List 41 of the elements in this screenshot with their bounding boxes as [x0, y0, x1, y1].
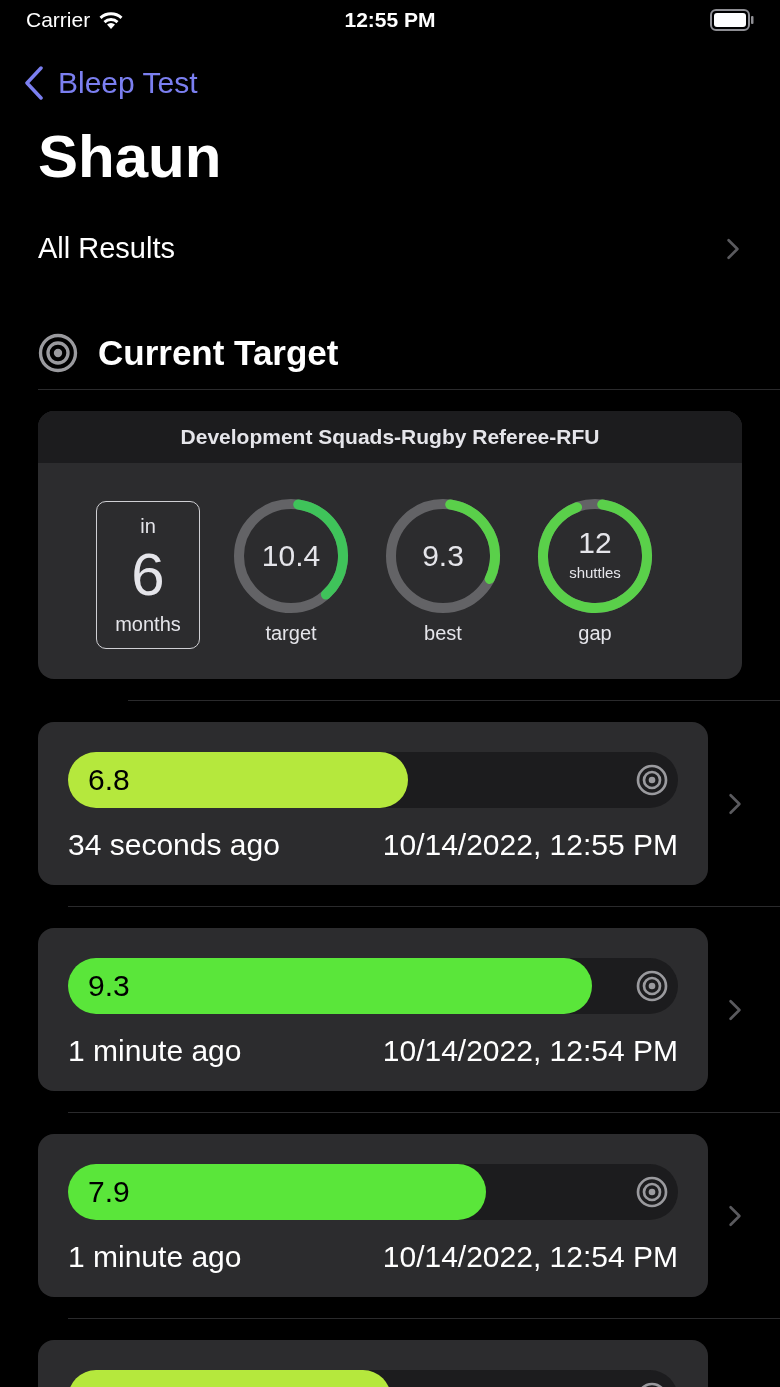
ring-value: 9.3: [422, 541, 464, 571]
relative-time: 34 seconds ago: [68, 827, 280, 863]
ring-caption: best: [424, 623, 462, 643]
result-card[interactable]: 6.8 34 seconds ago 10/14/2022, 12:55 PM: [38, 722, 708, 885]
countdown-unit: months: [115, 612, 181, 637]
page-title: Shaun: [38, 127, 223, 187]
status-time: 12:55 PM: [344, 7, 436, 34]
target-name: Development Squads-Rugby Referee-RFU: [180, 424, 600, 451]
battery-icon: [710, 9, 754, 31]
back-button[interactable]: Bleep Test: [24, 60, 198, 105]
chevron-icon: [728, 1204, 742, 1227]
score-value: 7.9: [88, 1177, 130, 1207]
wifi-icon: [98, 10, 125, 30]
result-date: 10/14/2022, 12:55 PM: [382, 827, 678, 863]
all-results-row[interactable]: All Results: [0, 221, 780, 277]
target-icon: [636, 1176, 668, 1208]
score-value: 9.3: [88, 971, 130, 1001]
result-card[interactable]: 7.9 1 minute ago 10/14/2022, 12:54 PM: [38, 1134, 708, 1297]
all-results-label: All Results: [38, 231, 175, 267]
target-icon: [636, 764, 668, 796]
chevron-icon: [728, 792, 742, 815]
carrier-label: Carrier: [26, 7, 91, 34]
ring-value: 10.4: [261, 541, 321, 571]
ring-caption: gap: [578, 623, 612, 643]
score-value: 6.8: [88, 765, 130, 795]
target-icon: [636, 970, 668, 1002]
back-chevron-icon: [24, 65, 44, 100]
relative-time: 1 minute ago: [68, 1239, 242, 1275]
ring-value: 12: [578, 527, 612, 558]
result-date: 10/14/2022, 12:54 PM: [382, 1033, 678, 1069]
section-title: Current Target: [98, 331, 339, 374]
relative-time: 1 minute ago: [68, 1033, 242, 1069]
chevron-icon: [726, 238, 740, 260]
countdown-value: 6: [131, 545, 165, 605]
ring-caption: target: [265, 623, 317, 643]
countdown-prefix: in: [140, 514, 156, 539]
result-date: 10/14/2022, 12:54 PM: [382, 1239, 678, 1275]
target-icon: [38, 333, 78, 373]
chevron-icon: [728, 998, 742, 1021]
ring-unit: shuttles: [569, 562, 621, 583]
result-card[interactable]: 9.3 1 minute ago 10/14/2022, 12:54 PM: [38, 928, 708, 1091]
